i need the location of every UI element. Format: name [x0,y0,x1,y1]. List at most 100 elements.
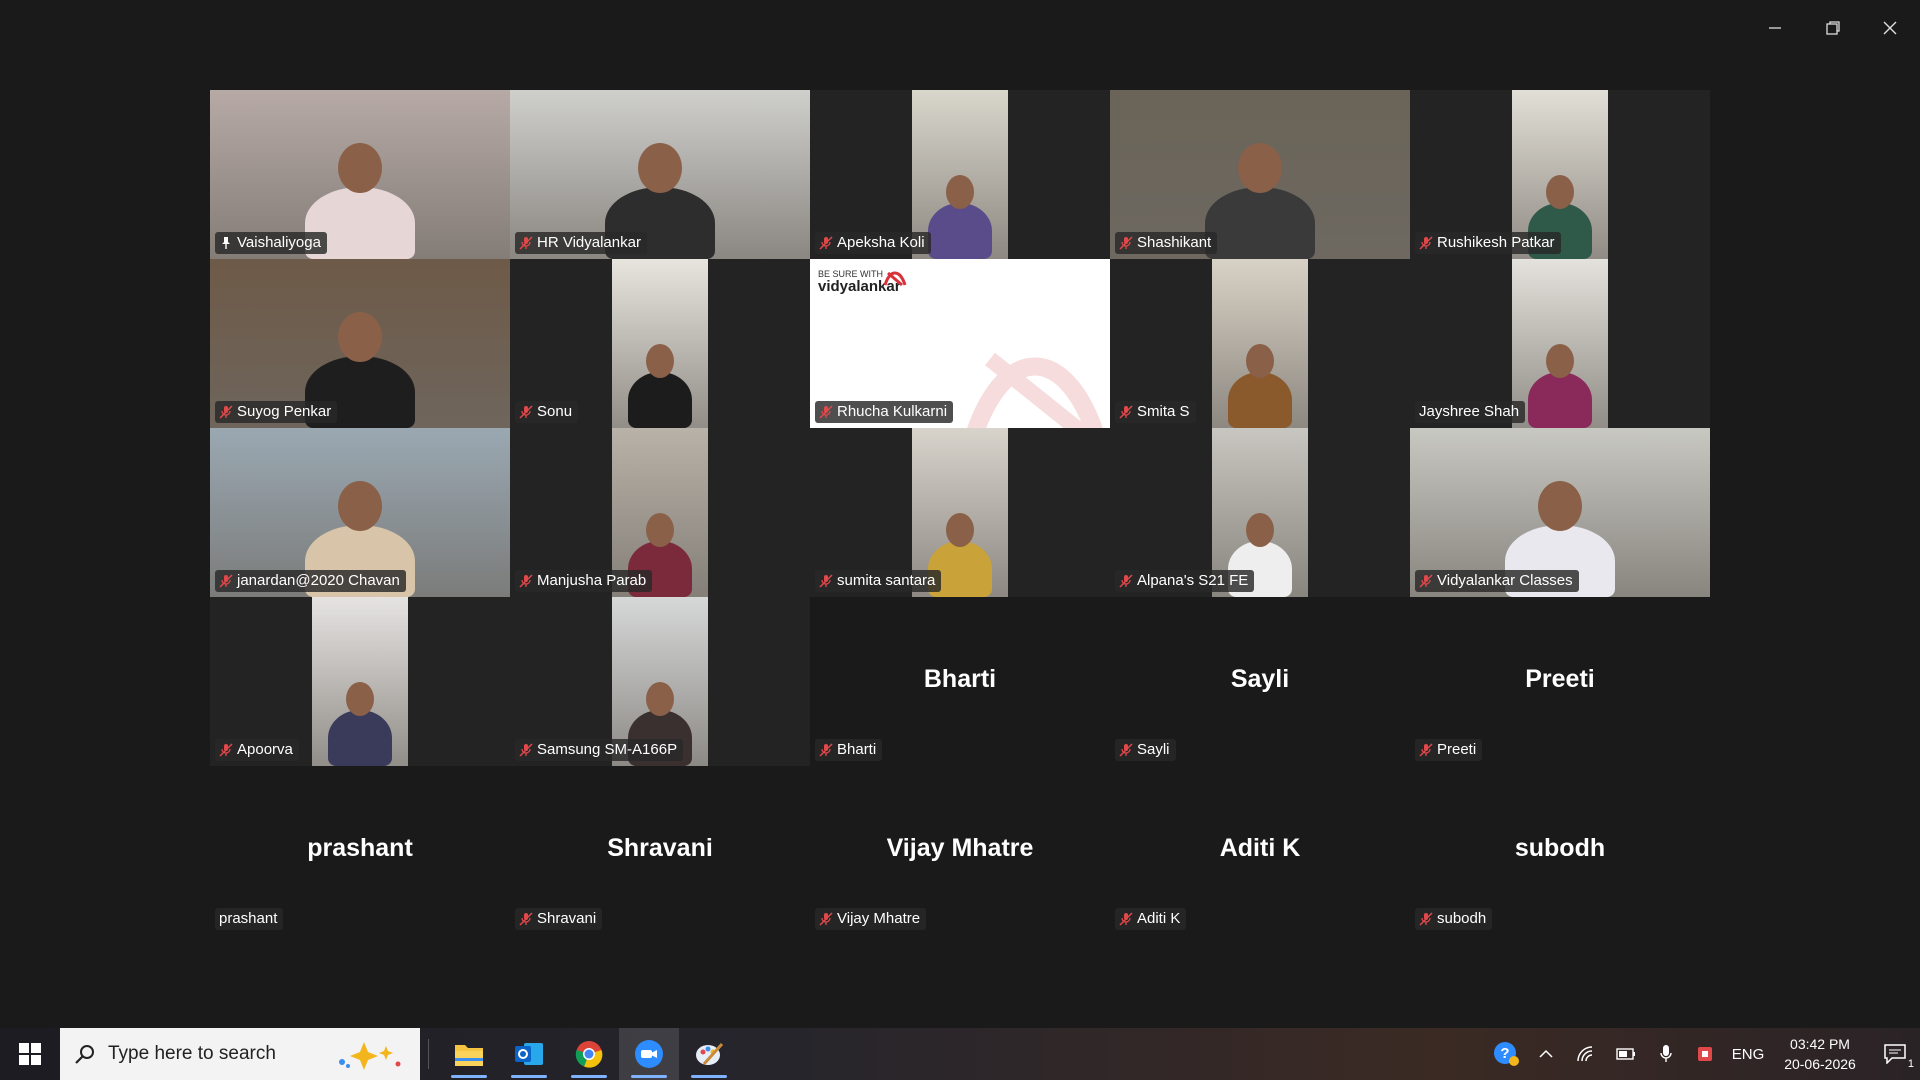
network-tray[interactable] [1566,1028,1606,1080]
participant-name-label: Alpana's S21 FE [1115,570,1255,592]
participant-tile[interactable]: Shravani Shravani [510,766,810,935]
participant-tile[interactable]: Apeksha Koli [810,90,1110,259]
pin-icon [219,236,233,250]
participant-name: Apeksha Koli [837,234,925,251]
participant-name: prashant [219,910,278,927]
restore-button[interactable] [1813,10,1853,46]
participant-name-label: Apeksha Koli [815,232,931,254]
participant-name-label: Vaishaliyoga [215,232,327,254]
participant-tile[interactable]: Aditi K Aditi K [1110,766,1410,935]
outlook-app[interactable] [499,1028,559,1080]
participant-name-label: Sonu [515,401,579,423]
show-hidden-icons-button[interactable] [1526,1028,1566,1080]
paint-app[interactable] [679,1028,739,1080]
participant-tile[interactable]: Bharti Bharti [810,597,1110,766]
participant-tile[interactable]: Smita S [1110,259,1410,428]
participant-tile[interactable]: Sonu [510,259,810,428]
close-button[interactable] [1870,10,1910,46]
battery-icon [1616,1048,1635,1060]
mic-muted-icon [1119,743,1133,757]
participant-name-label: Apoorva [215,739,299,761]
mic-muted-icon [1119,912,1133,926]
participant-tile[interactable]: Vidyalankar Classes [1410,428,1710,597]
search-icon [75,1045,94,1064]
participant-name-label: Jayshree Shah [1415,401,1526,423]
app-tray-icon [1698,1047,1712,1061]
participant-tile[interactable]: janardan@2020 Chavan [210,428,510,597]
notification-icon [1884,1044,1906,1064]
minimize-button[interactable] [1755,10,1795,46]
participant-tile[interactable]: prashant prashant [210,766,510,935]
vidyalankar-mark-icon [883,271,907,287]
mic-muted-icon [519,912,533,926]
taskbar-search[interactable]: Type here to search [60,1028,420,1080]
folder-icon [455,1045,483,1066]
mic-muted-icon [519,405,533,419]
mic-muted-icon [819,574,833,588]
microphone-icon [1660,1045,1672,1062]
mic-muted-icon [519,236,533,250]
notifications-button[interactable]: 1 [1870,1028,1920,1080]
participant-tile[interactable]: Suyog Penkar [210,259,510,428]
participant-tile[interactable]: Vaishaliyoga [210,90,510,259]
participant-name: sumita santara [837,572,936,589]
participant-name: Rhucha Kulkarni [837,403,948,420]
clock[interactable]: 03:42 PM 20-06-2026 [1770,1034,1870,1074]
participant-name: Alpana's S21 FE [1137,572,1249,589]
participant-tile[interactable]: BE SURE WITH vidyalankar Rhucha Kulkarni [810,259,1110,428]
participant-tile[interactable]: Alpana's S21 FE [1110,428,1410,597]
participant-tile[interactable]: Jayshree Shah [1410,259,1710,428]
file-explorer-app[interactable] [439,1028,499,1080]
mic-muted-icon [519,743,533,757]
wifi-icon [1577,1046,1593,1062]
participant-name-label: Rushikesh Patkar [1415,232,1561,254]
language-indicator[interactable]: ENG [1726,1046,1770,1063]
participant-name-label: sumita santara [815,570,942,592]
close-icon [1883,21,1897,35]
participant-name: Jayshree Shah [1419,403,1520,420]
chrome-app[interactable] [559,1028,619,1080]
app-tray[interactable] [1686,1028,1726,1080]
help-icon: ? [1494,1042,1519,1066]
participant-tile[interactable]: HR Vidyalankar [510,90,810,259]
participant-tile[interactable]: Rushikesh Patkar [1410,90,1710,259]
participant-display-name: prashant [307,834,413,862]
participant-name: Sayli [1137,741,1170,758]
battery-tray[interactable] [1606,1028,1646,1080]
participant-name: Apoorva [237,741,293,758]
participant-tile[interactable]: Samsung SM-A166P [510,597,810,766]
participant-display-name: Preeti [1525,665,1595,693]
participant-name: Vidyalankar Classes [1437,572,1573,589]
participant-gallery: Vaishaliyoga HR Vidyalankar Apeksha Koli Sh… [210,90,1710,935]
participant-display-name: Vijay Mhatre [886,834,1034,862]
slide-watermark-icon [967,352,1103,428]
participant-tile[interactable]: sumita santara [810,428,1110,597]
participant-name: Aditi K [1137,910,1181,927]
participant-tile[interactable]: Manjusha Parab [510,428,810,597]
participant-name-label: Vidyalankar Classes [1415,570,1579,592]
start-button[interactable] [0,1028,60,1080]
zoom-app[interactable] [619,1028,679,1080]
mic-muted-icon [219,743,233,757]
svg-text:?: ? [1500,1045,1509,1062]
clock-date: 20-06-2026 [1784,1056,1856,1072]
participant-tile[interactable]: Preeti Preeti [1410,597,1710,766]
notification-count: 1 [1907,1058,1914,1070]
help-tray[interactable]: ? [1486,1028,1526,1080]
video-feed [1512,259,1608,428]
mic-muted-icon [1419,574,1433,588]
microphone-tray[interactable] [1646,1028,1686,1080]
participant-name: Samsung SM-A166P [537,741,678,758]
participant-name: Shashikant [1137,234,1212,251]
participant-tile[interactable]: Vijay Mhatre Vijay Mhatre [810,766,1110,935]
participant-tile[interactable]: Sayli Sayli [1110,597,1410,766]
outlook-icon [515,1043,543,1065]
participant-tile[interactable]: subodh subodh [1410,766,1710,935]
zoom-icon [635,1040,663,1068]
chrome-icon [575,1041,603,1068]
participant-display-name: Aditi K [1219,834,1301,862]
participant-name-label: Bharti [815,739,883,761]
participant-tile[interactable]: Shashikant [1110,90,1410,259]
mic-muted-icon [1119,236,1133,250]
participant-tile[interactable]: Apoorva [210,597,510,766]
